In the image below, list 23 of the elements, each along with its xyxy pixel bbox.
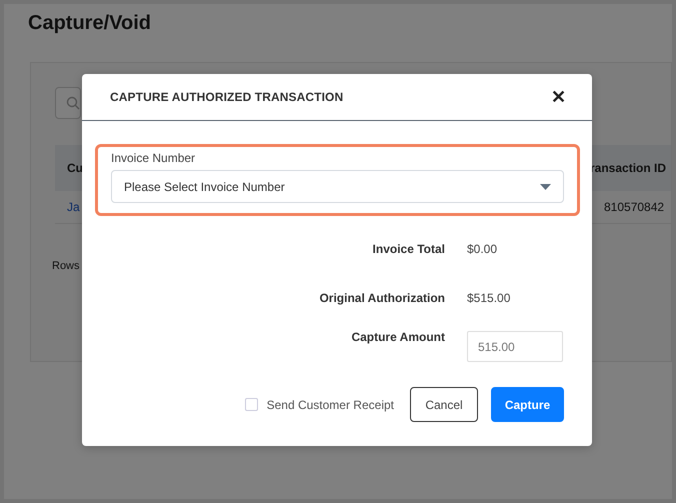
caret-icon xyxy=(540,184,551,190)
table-cell: 810570842 xyxy=(604,200,664,214)
column-header: ransaction ID xyxy=(590,161,666,175)
cancel-button[interactable]: Cancel xyxy=(410,387,478,422)
capture-button[interactable]: Capture xyxy=(491,387,564,422)
invoice-select[interactable]: Please Select Invoice Number xyxy=(111,170,564,203)
dialog-title: CAPTURE AUTHORIZED TRANSACTION xyxy=(110,90,344,104)
summary-label: Original Authorization xyxy=(319,290,445,304)
page-title: Capture/Void xyxy=(27,11,152,36)
summary-label: Invoice Total xyxy=(372,242,445,256)
rows-label: Rows xyxy=(52,260,81,272)
close-button[interactable]: ✕ xyxy=(551,86,566,108)
receipt-checkbox[interactable] xyxy=(244,398,258,411)
summary-value: $515.00 xyxy=(467,290,510,304)
field-label: Invoice Number xyxy=(111,151,196,165)
capture-amount-input[interactable]: 515.00 xyxy=(467,331,563,362)
summary-value: $0.00 xyxy=(467,242,498,256)
checkbox-label: Send Customer Receipt xyxy=(266,398,394,412)
search-field[interactable] xyxy=(55,87,81,119)
search-icon xyxy=(66,96,80,110)
summary-label: Capture Amount xyxy=(351,330,445,344)
select-placeholder: Please Select Invoice Number xyxy=(124,180,285,194)
column-header: Cu xyxy=(67,161,83,175)
